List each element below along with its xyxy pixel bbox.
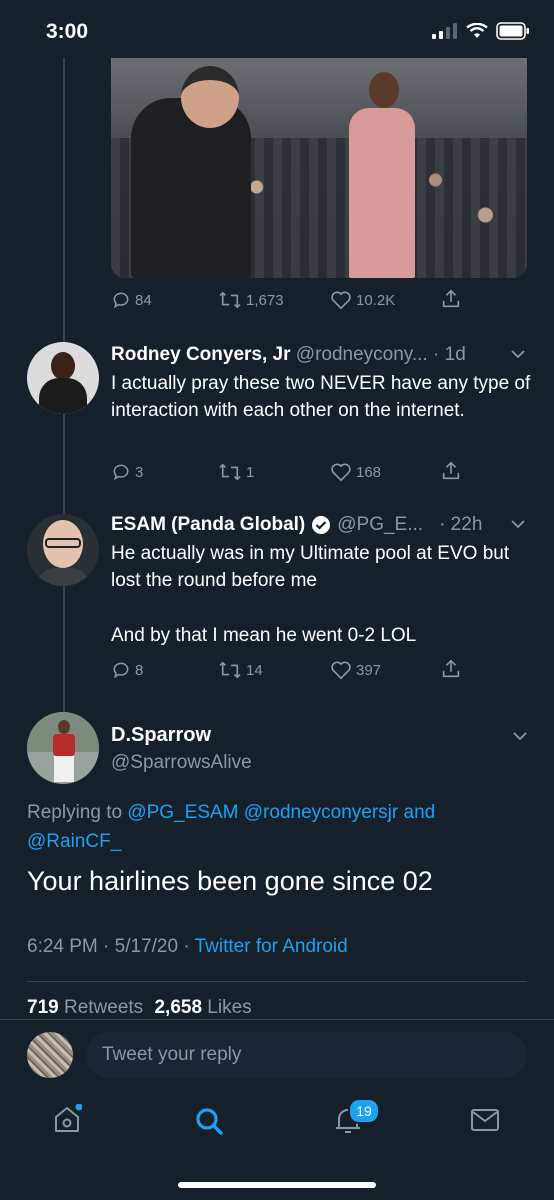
share-button[interactable] bbox=[440, 288, 462, 310]
retweet-count: 1 bbox=[246, 463, 255, 481]
mention-links[interactable]: @PG_ESAM @rodneyconyersjr and bbox=[127, 802, 435, 823]
reply-count: 3 bbox=[135, 463, 144, 481]
like-label: Likes bbox=[207, 997, 252, 1018]
retweet-icon bbox=[219, 463, 241, 481]
tweet-timestamp: 6:24 PM · 5/17/20 · bbox=[27, 936, 190, 957]
tab-home[interactable] bbox=[52, 1103, 83, 1139]
like-count: 397 bbox=[356, 661, 382, 679]
like-button[interactable]: 10.2K bbox=[330, 290, 395, 310]
main-tweet-text: Your hairlines been gone since 02 bbox=[27, 866, 433, 896]
reply-button[interactable]: 84 bbox=[111, 290, 152, 310]
retweet-total: 719 bbox=[27, 997, 59, 1018]
verified-badge-icon bbox=[312, 516, 331, 534]
handle[interactable]: @SparrowsAlive bbox=[111, 752, 252, 774]
retweet-count: 14 bbox=[246, 661, 263, 679]
handle[interactable]: @PG_E... bbox=[337, 514, 423, 536]
chevron-down-icon[interactable] bbox=[510, 518, 526, 530]
share-button[interactable] bbox=[440, 658, 462, 680]
avatar[interactable] bbox=[27, 342, 99, 414]
handle[interactable]: @rodneycony... bbox=[296, 344, 428, 365]
user-avatar[interactable] bbox=[27, 1032, 73, 1078]
retweet-count: 1,673 bbox=[246, 291, 284, 309]
avatar[interactable] bbox=[27, 712, 99, 784]
battery-icon bbox=[496, 22, 529, 40]
retweet-icon bbox=[219, 661, 241, 679]
retweet-label: Retweets bbox=[63, 997, 144, 1018]
heart-icon bbox=[331, 291, 351, 310]
reply-icon bbox=[113, 292, 129, 309]
tab-notifications[interactable]: 19 bbox=[332, 1098, 380, 1141]
like-total: 2,658 bbox=[154, 997, 203, 1018]
display-name[interactable]: D.Sparrow bbox=[111, 724, 211, 747]
share-button[interactable] bbox=[440, 460, 462, 482]
tweet-header: ESAM (Panda Global) @PG_E... · 22h bbox=[111, 514, 482, 536]
like-count: 10.2K bbox=[356, 291, 396, 309]
reply-count: 84 bbox=[135, 291, 152, 309]
status-icons bbox=[432, 22, 530, 40]
retweet-button[interactable]: 1,673 bbox=[218, 290, 284, 310]
tab-search[interactable] bbox=[194, 1106, 224, 1141]
home-indicator bbox=[178, 1182, 376, 1188]
replying-to: Replying to @PG_ESAM @rodneyconyersjr an… bbox=[27, 798, 527, 856]
share-icon bbox=[442, 461, 460, 480]
share-icon bbox=[442, 289, 460, 308]
display-name[interactable]: Rodney Conyers, Jr bbox=[111, 344, 291, 365]
mention-link[interactable]: @RainCF_ bbox=[27, 831, 121, 852]
chevron-down-icon[interactable] bbox=[510, 348, 526, 360]
chevron-down-icon[interactable] bbox=[512, 730, 528, 742]
wifi-icon bbox=[466, 23, 488, 38]
retweet-button[interactable]: 1 bbox=[218, 462, 254, 482]
home-icon bbox=[55, 1103, 83, 1132]
retweet-button[interactable]: 14 bbox=[218, 660, 263, 680]
like-button[interactable]: 397 bbox=[330, 660, 381, 680]
reply-count: 8 bbox=[135, 661, 144, 679]
heart-icon bbox=[331, 661, 351, 680]
engagement-counts[interactable]: 719 Retweets 2,658 Likes bbox=[27, 997, 252, 1019]
search-icon bbox=[196, 1108, 223, 1135]
mail-icon bbox=[471, 1109, 499, 1131]
share-icon bbox=[442, 659, 460, 678]
divider bbox=[0, 1019, 554, 1020]
tweet-text: I actually pray these two NEVER have any… bbox=[111, 373, 531, 421]
status-time: 3:00 bbox=[46, 20, 89, 43]
replying-to-label: Replying to bbox=[27, 802, 123, 823]
signal-icon bbox=[432, 23, 457, 39]
tweet-image[interactable] bbox=[111, 58, 527, 278]
heart-icon bbox=[331, 463, 351, 482]
tweet-text: He actually was in my Ultimate pool at E… bbox=[111, 543, 510, 591]
like-button[interactable]: 168 bbox=[330, 462, 381, 482]
reply-button[interactable]: 8 bbox=[111, 660, 143, 680]
reply-input[interactable]: Tweet your reply bbox=[86, 1032, 527, 1078]
timestamp: · 1d bbox=[433, 344, 466, 365]
reply-icon bbox=[113, 464, 129, 481]
divider bbox=[27, 981, 527, 982]
notifications-badge: 19 bbox=[348, 1098, 380, 1124]
tweet-meta: 6:24 PM · 5/17/20 · Twitter for Android bbox=[27, 936, 348, 958]
reply-icon bbox=[113, 662, 129, 679]
reply-button[interactable]: 3 bbox=[111, 462, 143, 482]
avatar[interactable] bbox=[27, 514, 99, 586]
tab-messages[interactable] bbox=[470, 1107, 500, 1138]
tweet-text: And by that I mean he went 0-2 LOL bbox=[111, 625, 417, 646]
tweet-source[interactable]: Twitter for Android bbox=[195, 936, 348, 957]
like-count: 168 bbox=[356, 463, 382, 481]
retweet-icon bbox=[219, 291, 241, 309]
display-name[interactable]: ESAM (Panda Global) bbox=[111, 514, 305, 536]
timestamp: · 22h bbox=[439, 514, 483, 535]
tweet-header: Rodney Conyers, Jr @rodneycony... · 1d bbox=[111, 344, 466, 366]
